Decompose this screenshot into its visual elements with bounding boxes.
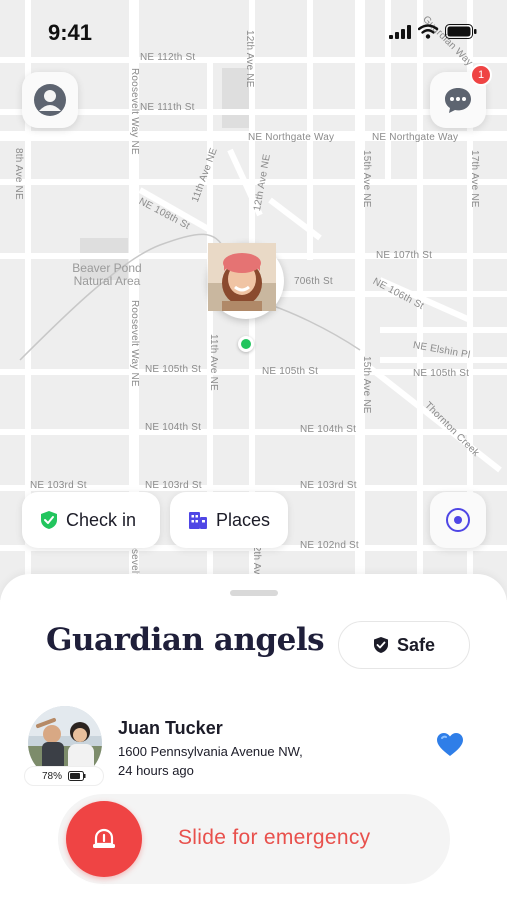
- check-in-label: Check in: [66, 509, 137, 530]
- emergency-slider-knob[interactable]: [66, 801, 142, 877]
- street-label: 15th Ave NE: [361, 356, 372, 414]
- building-icon: [188, 512, 207, 529]
- street-label: NE 103rd St: [30, 480, 87, 491]
- street-label: Roosevelt Way NE: [129, 68, 140, 155]
- safe-status-button[interactable]: Safe: [338, 621, 470, 669]
- messages-button[interactable]: 1: [430, 64, 492, 128]
- status-time: 9:41: [48, 20, 93, 45]
- street-label: NE 103rd St: [145, 480, 202, 491]
- location-dot: [238, 336, 254, 352]
- places-label: Places: [215, 509, 270, 530]
- street-label: NE 105th St: [413, 368, 470, 379]
- contact-name: Juan Tucker: [118, 718, 223, 738]
- sheet-title: Guardian angels: [46, 622, 325, 658]
- signal-icon: [389, 24, 411, 39]
- contact-address: 1600 Pennsylvania Avenue NW,: [118, 744, 303, 759]
- user-photo: [208, 243, 280, 315]
- battery-percent: 78%: [41, 770, 62, 782]
- street-label: NE 104th St: [300, 424, 357, 435]
- street-label: NE 107th St: [376, 250, 433, 261]
- profile-button[interactable]: [22, 72, 78, 128]
- wifi-icon: [418, 24, 438, 39]
- street-label: 17th Ave NE: [469, 150, 480, 208]
- contact-last-seen: 24 hours ago: [118, 763, 194, 778]
- street-label: 8th Ave NE: [13, 148, 24, 200]
- shield-check-icon: [41, 511, 57, 529]
- battery-icon: [445, 24, 477, 39]
- blue-heart-icon[interactable]: [436, 732, 464, 758]
- safe-label: Safe: [396, 634, 436, 655]
- park-label: Beaver Pond Natural Area: [72, 261, 142, 288]
- emergency-label: Slide for emergency: [178, 826, 371, 849]
- sheet-drag-handle[interactable]: [230, 590, 278, 596]
- street-label: Roosevelt Way NE: [129, 300, 140, 387]
- places-button[interactable]: Places: [170, 492, 288, 548]
- street-label: NE 104th St: [145, 422, 202, 433]
- status-icons: [389, 24, 477, 39]
- street-label: NE 111th St: [140, 102, 195, 113]
- shield-check-icon: [373, 637, 388, 653]
- battery-icon: [68, 771, 86, 781]
- street-label: NE Northgate Way: [372, 132, 459, 143]
- user-icon: [34, 84, 66, 116]
- emergency-slider[interactable]: Slide for emergency: [58, 794, 450, 884]
- street-label: 706th St: [294, 276, 333, 287]
- contact-row[interactable]: 78% Juan Tucker 1600 Pennsylvania Avenue…: [24, 700, 484, 790]
- street-label: NE 105th St: [145, 364, 202, 375]
- target-icon: [446, 508, 470, 532]
- battery-indicator: 78%: [24, 766, 104, 786]
- chat-bubble-icon: [445, 88, 471, 113]
- status-bar: 9:41: [0, 0, 507, 60]
- user-location-pin[interactable]: [208, 243, 284, 319]
- street-label: NE 103rd St: [300, 480, 357, 491]
- siren-icon: [93, 828, 115, 848]
- street-label: NE 102nd St: [300, 540, 359, 551]
- notification-badge: 1: [470, 64, 492, 86]
- street-label: NE Northgate Way: [248, 132, 335, 143]
- street-label: NE 105th St: [262, 366, 319, 377]
- street-label: 15th Ave NE: [361, 150, 372, 208]
- check-in-button[interactable]: Check in: [22, 492, 160, 548]
- street-label: 11th Ave NE: [208, 334, 219, 391]
- locate-me-button[interactable]: [430, 492, 486, 548]
